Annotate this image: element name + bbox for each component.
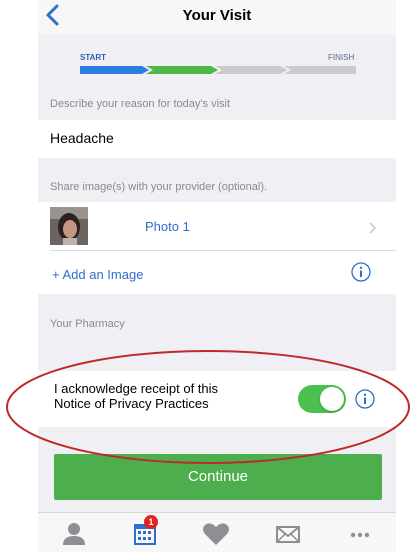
nav-bar: Your Visit — [38, 0, 396, 34]
photo-thumbnail — [50, 207, 88, 245]
tab-bar: 1 — [38, 512, 396, 552]
privacy-line-2: Notice of Privacy Practices — [54, 396, 209, 411]
privacy-card: I acknowledge receipt of this Notice of … — [38, 371, 396, 427]
images-section-label: Share image(s) with your provider (optio… — [50, 181, 268, 193]
progress-bar — [80, 66, 356, 74]
photo-thumbnail-image — [50, 207, 88, 245]
progress-finish-label: FINISH — [328, 53, 355, 62]
privacy-line-1: I acknowledge receipt of this — [54, 381, 219, 396]
heart-icon — [203, 523, 229, 545]
continue-button[interactable]: Continue — [54, 454, 382, 500]
notification-badge: 1 — [144, 515, 158, 529]
page-title: Your Visit — [182, 7, 252, 24]
pharmacy-section-label: Your Pharmacy — [50, 318, 125, 330]
tab-more[interactable] — [340, 519, 380, 549]
photo-row[interactable]: Photo 1 — [38, 202, 396, 250]
progress-step-2 — [146, 66, 218, 74]
app-screen: Your Visit START FINISH Describe your re… — [38, 0, 396, 552]
progress-step-4 — [284, 66, 356, 74]
visit-progress: START FINISH — [38, 34, 396, 88]
mail-icon — [276, 526, 300, 543]
tab-health[interactable] — [196, 519, 236, 549]
info-icon[interactable] — [351, 262, 371, 282]
add-image-row: + Add an Image — [38, 251, 396, 294]
more-icon — [350, 532, 370, 538]
toggle-knob — [320, 387, 344, 411]
privacy-info-icon[interactable] — [355, 389, 375, 409]
chevron-right-icon — [369, 222, 377, 234]
privacy-toggle[interactable] — [298, 385, 346, 413]
photo-label: Photo 1 — [145, 219, 190, 234]
tab-appointments[interactable]: 1 — [126, 515, 166, 549]
reason-field[interactable]: Headache — [38, 120, 396, 158]
person-icon — [63, 523, 85, 545]
tab-messages[interactable] — [268, 519, 308, 549]
reason-section-label: Describe your reason for today's visit — [50, 98, 231, 110]
images-card: Photo 1 + Add an Image — [38, 202, 396, 294]
progress-start-label: START — [80, 53, 107, 62]
add-image-link[interactable]: + Add an Image — [52, 267, 143, 282]
tab-profile[interactable] — [54, 519, 94, 549]
progress-step-3 — [215, 66, 287, 74]
reason-value: Headache — [50, 130, 114, 146]
privacy-acknowledgement: I acknowledge receipt of this Notice of … — [54, 381, 294, 411]
progress-step-1 — [80, 66, 149, 74]
